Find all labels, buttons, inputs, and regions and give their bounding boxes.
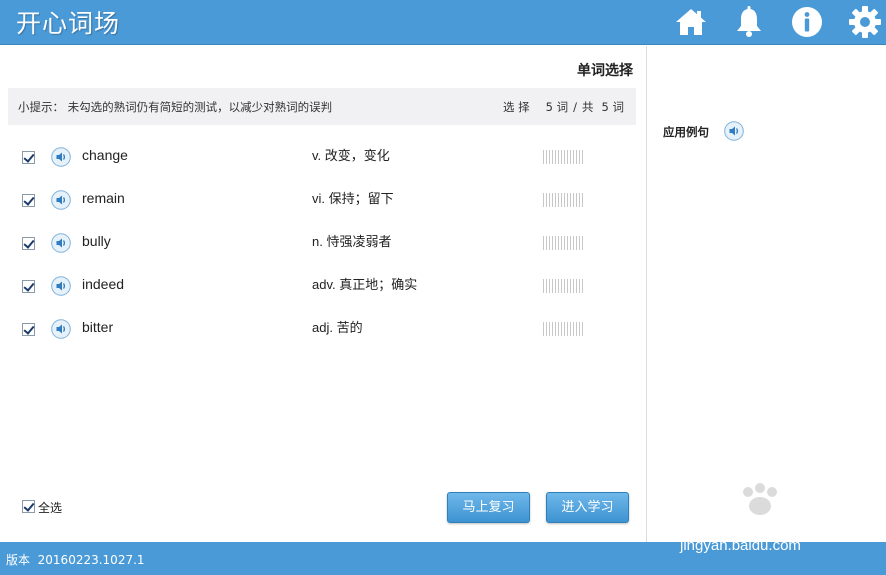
word-row: indeed adv. 真正地；确实	[0, 270, 646, 310]
word-text: bully	[82, 233, 111, 249]
word-definition: v. 改变，变化	[312, 148, 390, 163]
home-icon[interactable]	[673, 4, 709, 40]
tip-bar: 小提示： 未勾选的熟词仍有简短的测试，以减少对熟词的误判 选 择 5 词 / 共 5 词	[8, 88, 636, 125]
word-definition: adv. 真正地；确实	[312, 277, 418, 292]
panel-divider	[646, 46, 647, 542]
word-row: remain vi. 保持；留下	[0, 184, 646, 224]
app-title: 开心词场	[16, 9, 121, 38]
speaker-icon[interactable]	[51, 319, 71, 339]
watermark-text: jingyan.baidu.com	[680, 537, 801, 554]
word-text: bitter	[82, 319, 114, 335]
familiarity-bars	[543, 150, 583, 164]
select-all-checkbox[interactable]	[22, 500, 35, 513]
bell-icon[interactable]	[731, 4, 767, 40]
tip-text: 小提示： 未勾选的熟词仍有简短的测试，以减少对熟词的误判	[18, 100, 333, 114]
select-label: 选 择	[503, 100, 530, 114]
word-text: remain	[82, 190, 125, 206]
speaker-icon[interactable]	[51, 233, 71, 253]
word-definition: n. 恃强凌弱者	[312, 234, 392, 249]
version-label: 版本	[6, 553, 31, 567]
familiarity-bars	[543, 236, 583, 250]
word-count: 选 择 5 词 / 共 5 词	[503, 99, 624, 115]
familiarity-bars	[543, 322, 583, 336]
word-checkbox[interactable]	[22, 194, 35, 207]
word-text: change	[82, 147, 128, 163]
familiarity-bars	[543, 279, 583, 293]
total-label: 共	[582, 100, 594, 114]
app-header: 开心词场	[0, 0, 886, 45]
count-separator: /	[573, 100, 578, 114]
word-row: bully n. 恃强凌弱者	[0, 227, 646, 267]
speaker-icon[interactable]	[51, 147, 71, 167]
speaker-icon[interactable]	[51, 190, 71, 210]
word-checkbox[interactable]	[22, 323, 35, 336]
word-row: bitter adj. 苦的	[0, 313, 646, 353]
start-learning-button[interactable]: 进入学习	[546, 492, 629, 523]
speaker-icon[interactable]	[724, 121, 744, 141]
select-all-label: 全选	[38, 501, 63, 515]
total-count: 5 词	[601, 100, 624, 114]
version-info: 版本 20160223.1027.1	[6, 551, 145, 568]
speaker-icon[interactable]	[51, 276, 71, 296]
word-checkbox[interactable]	[22, 151, 35, 164]
word-definition: adj. 苦的	[312, 320, 363, 335]
word-selection-panel: 单词选择 小提示： 未勾选的熟词仍有简短的测试，以减少对熟词的误判 选 择 5 词…	[0, 46, 646, 542]
selected-count: 5 词	[545, 100, 569, 114]
info-icon[interactable]	[789, 4, 825, 40]
word-definition: vi. 保持；留下	[312, 191, 394, 206]
gear-icon[interactable]	[847, 4, 883, 40]
familiarity-bars	[543, 193, 583, 207]
word-text: indeed	[82, 276, 125, 292]
word-checkbox[interactable]	[22, 280, 35, 293]
review-now-button[interactable]: 马上复习	[447, 492, 530, 523]
word-row: change v. 改变，变化	[0, 141, 646, 181]
version-number: 20160223.1027.1	[37, 553, 145, 567]
word-checkbox[interactable]	[22, 237, 35, 250]
example-sentence-label: 应用例句	[663, 125, 709, 139]
section-title: 单词选择	[577, 63, 633, 79]
